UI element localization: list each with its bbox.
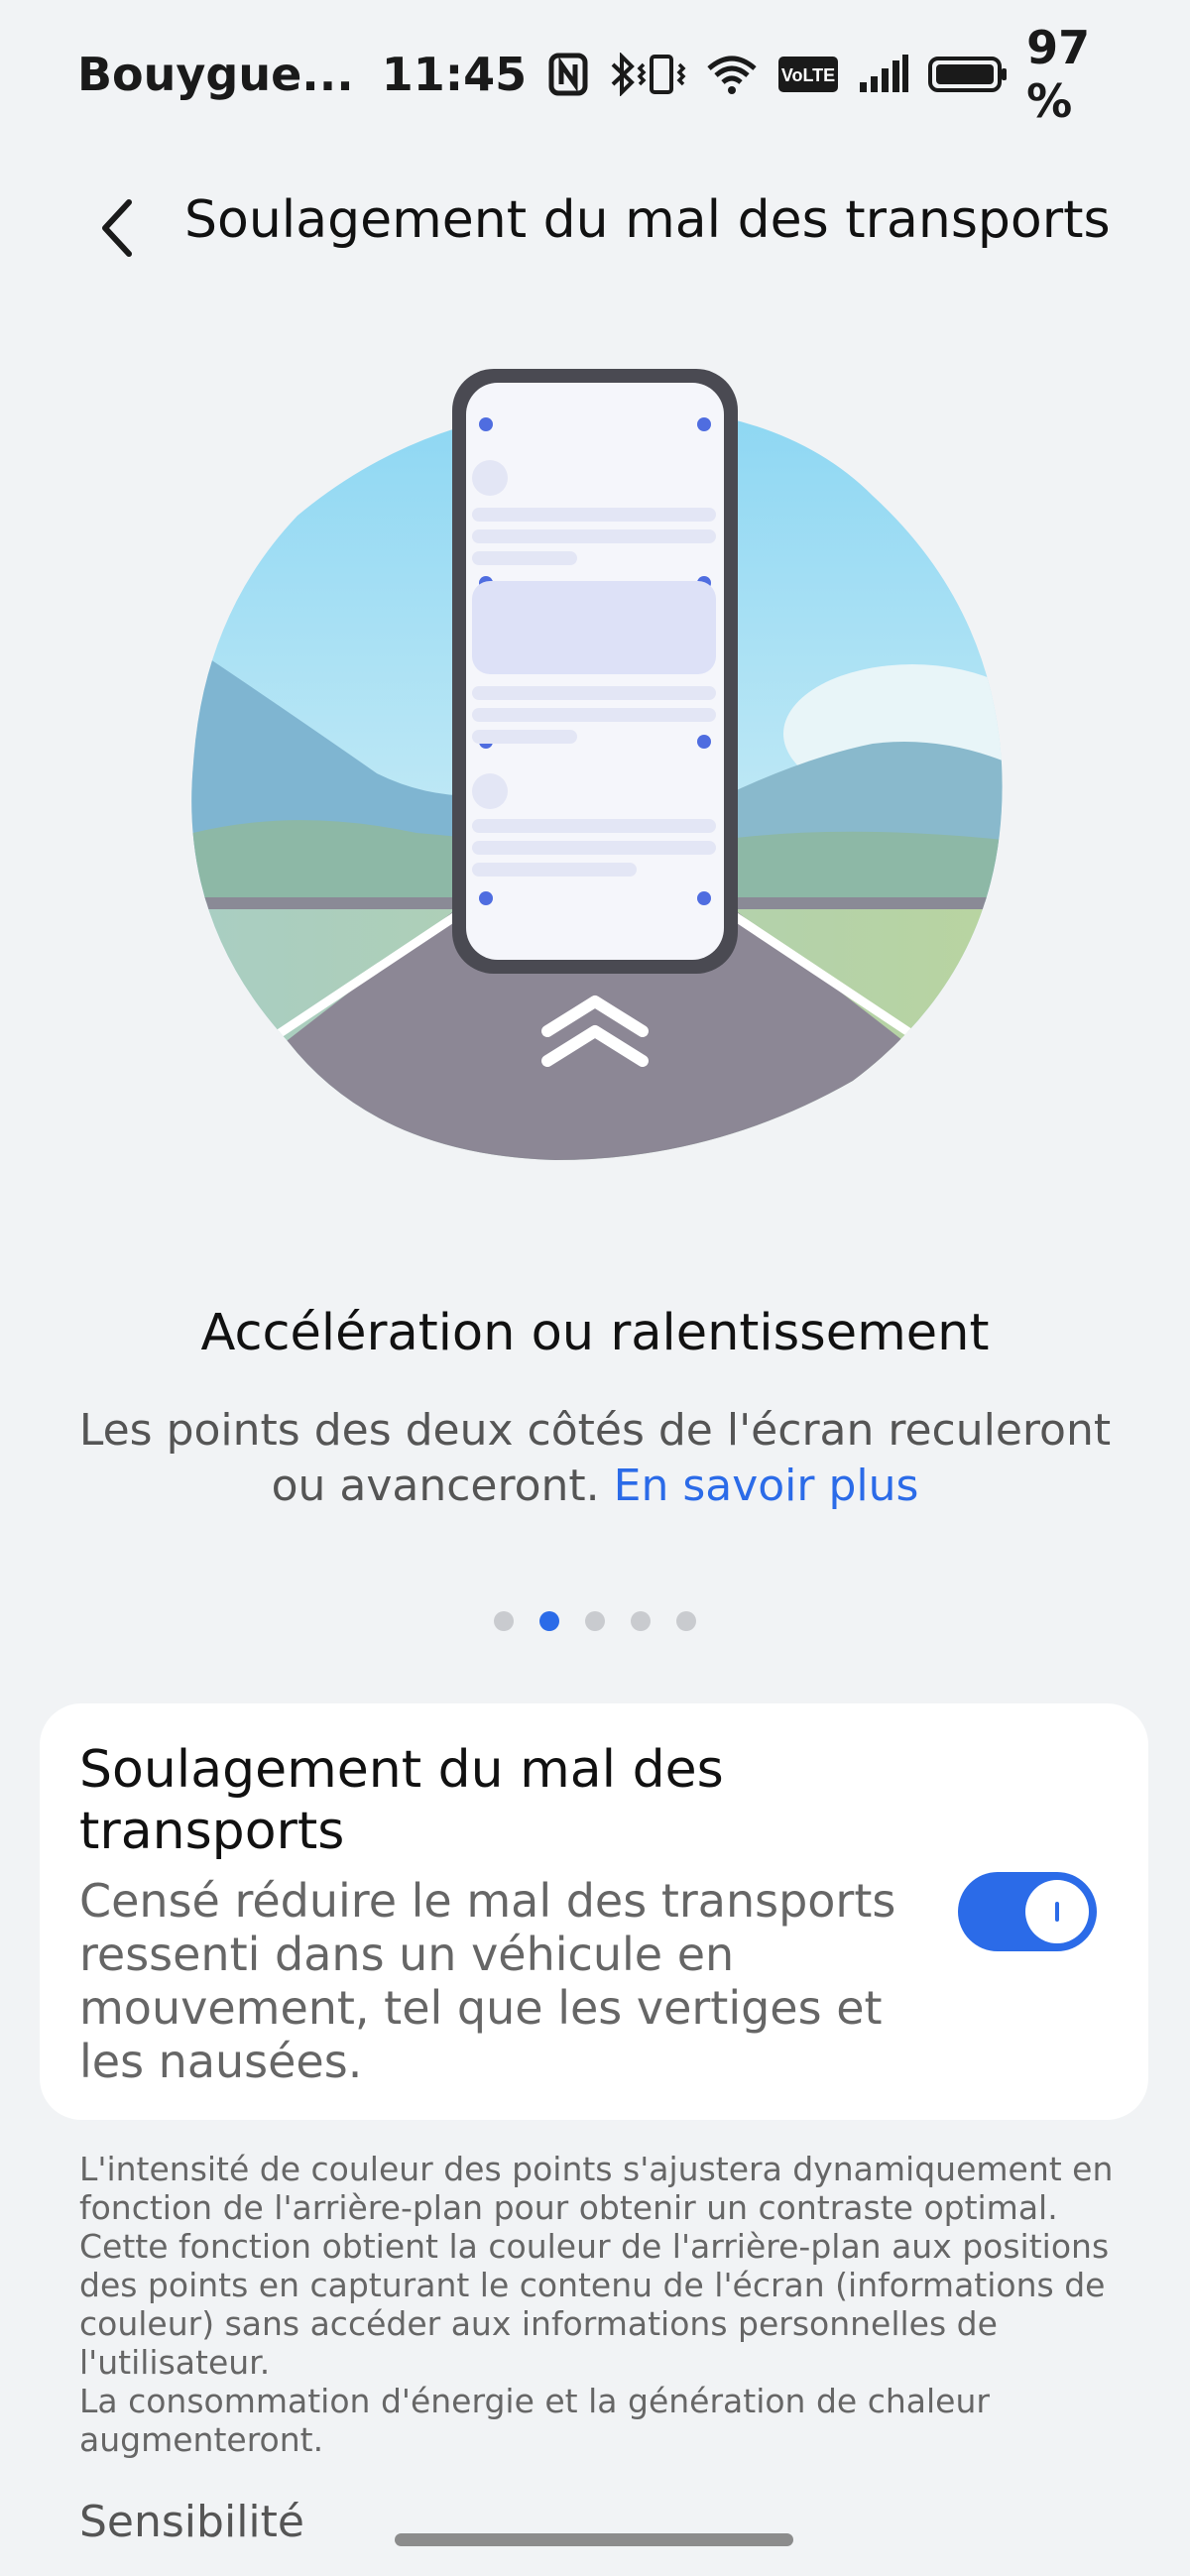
slide-title: Accélération ou ralentissement [200,1304,990,1362]
setting-card: Soulagement du mal des transports Censé … [40,1703,1148,2120]
page-dot-active[interactable] [539,1611,559,1631]
header: Soulagement du mal des transports [0,169,1190,278]
motion-sickness-toggle[interactable] [958,1872,1097,1951]
nfc-icon [548,53,588,96]
battery-percent: 97 % [1026,21,1091,128]
clock: 11:45 [381,48,528,101]
status-left: Bouygue... 11:45 [77,48,636,101]
vibrate-icon [636,53,687,96]
motion-sickness-illustration [159,347,1031,1229]
status-bar: Bouygue... 11:45 VoLTE 97 % [0,0,1190,149]
setting-title: Soulagement du mal des transports [79,1740,724,1861]
footnote: L'intensité de couleur des points s'ajus… [79,2150,1130,2459]
slide-description-text: Les points des deux côtés de l'écran rec… [78,1405,1112,1511]
back-arrow-icon[interactable] [97,196,137,260]
sensitivity-label: Sensibilité [79,2497,304,2547]
back-button[interactable] [77,188,157,268]
learn-more-link[interactable]: En savoir plus [614,1461,919,1511]
toggle-knob [1025,1880,1089,1943]
footnote-line-2: La consommation d'énergie et la générati… [79,2382,990,2459]
page-dot[interactable] [631,1611,651,1631]
toggle-on-mark [1055,1902,1059,1922]
setting-description: Censé réduire le mal des transports ress… [79,1874,896,2088]
page-dot[interactable] [494,1611,514,1631]
battery-icon [927,53,1009,96]
page-indicator [0,1611,1190,1631]
home-indicator[interactable] [395,2533,793,2546]
wifi-icon [705,53,759,96]
volte-icon: VoLTE [776,53,840,96]
volte-label: VoLTE [781,65,835,85]
page-dot[interactable] [585,1611,605,1631]
carrier-name: Bouygue... [77,48,354,101]
footnote-line-1: L'intensité de couleur des points s'ajus… [79,2150,1114,2382]
page-title: Soulagement du mal des transports [184,190,1111,250]
slide-description: Les points des deux côtés de l'écran rec… [69,1403,1121,1514]
status-right: VoLTE 97 % [636,21,1113,128]
signal-icon [858,53,909,96]
bluetooth-icon [610,53,636,96]
page-dot[interactable] [676,1611,696,1631]
